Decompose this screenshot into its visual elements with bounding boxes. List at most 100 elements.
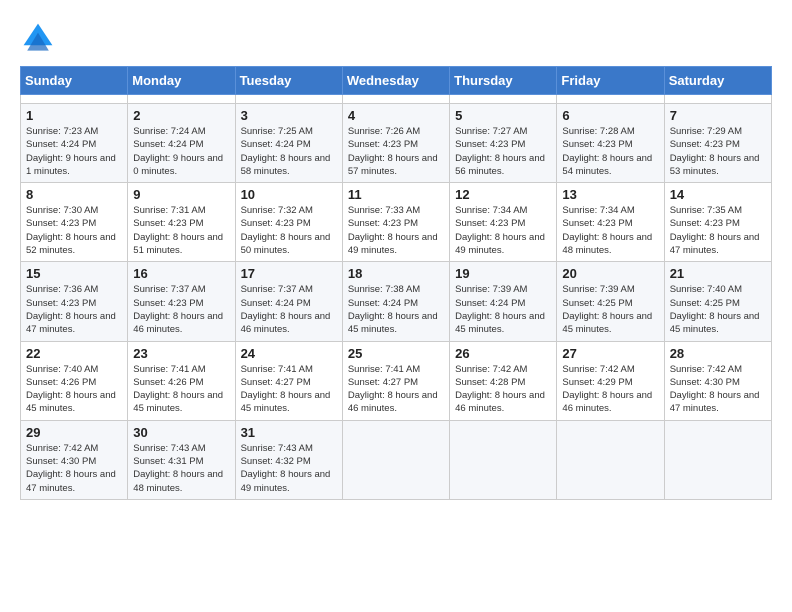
day-number: 24 [241,346,337,361]
calendar-week-row [21,95,772,104]
day-info: Sunrise: 7:42 AMSunset: 4:30 PMDaylight:… [670,363,766,416]
calendar-header-sunday: Sunday [21,67,128,95]
calendar-cell: 27 Sunrise: 7:42 AMSunset: 4:29 PMDayligh… [557,341,664,420]
calendar-header-tuesday: Tuesday [235,67,342,95]
day-info: Sunrise: 7:41 AMSunset: 4:26 PMDaylight:… [133,363,229,416]
day-number: 9 [133,187,229,202]
calendar-table: SundayMondayTuesdayWednesdayThursdayFrid… [20,66,772,500]
day-number: 22 [26,346,122,361]
calendar-cell: 29 Sunrise: 7:42 AMSunset: 4:30 PMDayligh… [21,420,128,499]
day-number: 26 [455,346,551,361]
day-info: Sunrise: 7:30 AMSunset: 4:23 PMDaylight:… [26,204,122,257]
calendar-cell [450,95,557,104]
day-number: 11 [348,187,444,202]
day-info: Sunrise: 7:41 AMSunset: 4:27 PMDaylight:… [241,363,337,416]
day-info: Sunrise: 7:32 AMSunset: 4:23 PMDaylight:… [241,204,337,257]
calendar-cell: 12Sunrise: 7:34 AMSunset: 4:23 PMDayligh… [450,183,557,262]
day-info: Sunrise: 7:24 AMSunset: 4:24 PMDaylight:… [133,125,229,178]
calendar-cell: 31 Sunrise: 7:43 AMSunset: 4:32 PMDayligh… [235,420,342,499]
calendar-cell: 21Sunrise: 7:40 AMSunset: 4:25 PMDayligh… [664,262,771,341]
day-info: Sunrise: 7:23 AMSunset: 4:24 PMDaylight:… [26,125,122,178]
calendar-header-wednesday: Wednesday [342,67,449,95]
logo [20,20,60,56]
day-number: 27 [562,346,658,361]
day-number: 3 [241,108,337,123]
calendar-cell [557,420,664,499]
page-header [20,20,772,56]
calendar-cell: 9 Sunrise: 7:31 AMSunset: 4:23 PMDaylight… [128,183,235,262]
calendar-cell: 16Sunrise: 7:37 AMSunset: 4:23 PMDayligh… [128,262,235,341]
calendar-cell [450,420,557,499]
calendar-cell: 25 Sunrise: 7:41 AMSunset: 4:27 PMDayligh… [342,341,449,420]
calendar-cell: 15Sunrise: 7:36 AMSunset: 4:23 PMDayligh… [21,262,128,341]
calendar-cell: 23Sunrise: 7:41 AMSunset: 4:26 PMDayligh… [128,341,235,420]
day-info: Sunrise: 7:42 AMSunset: 4:30 PMDaylight:… [26,442,122,495]
calendar-cell: 6 Sunrise: 7:28 AMSunset: 4:23 PMDaylight… [557,104,664,183]
day-number: 20 [562,266,658,281]
calendar-cell: 4 Sunrise: 7:26 AMSunset: 4:23 PMDaylight… [342,104,449,183]
calendar-cell: 1 Sunrise: 7:23 AMSunset: 4:24 PMDaylight… [21,104,128,183]
day-info: Sunrise: 7:39 AMSunset: 4:24 PMDaylight:… [455,283,551,336]
calendar-cell: 30Sunrise: 7:43 AMSunset: 4:31 PMDayligh… [128,420,235,499]
day-info: Sunrise: 7:39 AMSunset: 4:25 PMDaylight:… [562,283,658,336]
calendar-week-row: 29 Sunrise: 7:42 AMSunset: 4:30 PMDayligh… [21,420,772,499]
day-number: 15 [26,266,122,281]
day-info: Sunrise: 7:27 AMSunset: 4:23 PMDaylight:… [455,125,551,178]
day-number: 29 [26,425,122,440]
day-number: 18 [348,266,444,281]
day-number: 28 [670,346,766,361]
calendar-cell: 8 Sunrise: 7:30 AMSunset: 4:23 PMDaylight… [21,183,128,262]
calendar-cell [128,95,235,104]
calendar-cell: 18 Sunrise: 7:38 AMSunset: 4:24 PMDayligh… [342,262,449,341]
day-number: 1 [26,108,122,123]
day-number: 8 [26,187,122,202]
day-number: 14 [670,187,766,202]
day-number: 4 [348,108,444,123]
calendar-cell: 5Sunrise: 7:27 AMSunset: 4:23 PMDaylight… [450,104,557,183]
logo-icon [20,20,56,56]
day-number: 25 [348,346,444,361]
day-info: Sunrise: 7:25 AMSunset: 4:24 PMDaylight:… [241,125,337,178]
day-info: Sunrise: 7:35 AMSunset: 4:23 PMDaylight:… [670,204,766,257]
day-info: Sunrise: 7:33 AMSunset: 4:23 PMDaylight:… [348,204,444,257]
day-info: Sunrise: 7:40 AMSunset: 4:26 PMDaylight:… [26,363,122,416]
calendar-cell [664,95,771,104]
day-number: 19 [455,266,551,281]
day-info: Sunrise: 7:28 AMSunset: 4:23 PMDaylight:… [562,125,658,178]
day-info: Sunrise: 7:42 AMSunset: 4:29 PMDaylight:… [562,363,658,416]
day-info: Sunrise: 7:42 AMSunset: 4:28 PMDaylight:… [455,363,551,416]
calendar-week-row: 22 Sunrise: 7:40 AMSunset: 4:26 PMDayligh… [21,341,772,420]
calendar-cell: 28 Sunrise: 7:42 AMSunset: 4:30 PMDayligh… [664,341,771,420]
calendar-cell [342,420,449,499]
calendar-header-monday: Monday [128,67,235,95]
calendar-cell [342,95,449,104]
calendar-cell: 26 Sunrise: 7:42 AMSunset: 4:28 PMDayligh… [450,341,557,420]
day-info: Sunrise: 7:34 AMSunset: 4:23 PMDaylight:… [562,204,658,257]
calendar-cell [664,420,771,499]
day-number: 13 [562,187,658,202]
day-info: Sunrise: 7:26 AMSunset: 4:23 PMDaylight:… [348,125,444,178]
calendar-cell: 20 Sunrise: 7:39 AMSunset: 4:25 PMDayligh… [557,262,664,341]
calendar-header-friday: Friday [557,67,664,95]
calendar-cell: 11 Sunrise: 7:33 AMSunset: 4:23 PMDayligh… [342,183,449,262]
day-info: Sunrise: 7:31 AMSunset: 4:23 PMDaylight:… [133,204,229,257]
day-info: Sunrise: 7:38 AMSunset: 4:24 PMDaylight:… [348,283,444,336]
calendar-cell: 22 Sunrise: 7:40 AMSunset: 4:26 PMDayligh… [21,341,128,420]
day-info: Sunrise: 7:40 AMSunset: 4:25 PMDaylight:… [670,283,766,336]
calendar-cell: 13 Sunrise: 7:34 AMSunset: 4:23 PMDayligh… [557,183,664,262]
day-number: 2 [133,108,229,123]
day-number: 30 [133,425,229,440]
day-number: 16 [133,266,229,281]
calendar-cell: 14 Sunrise: 7:35 AMSunset: 4:23 PMDayligh… [664,183,771,262]
calendar-cell: 24 Sunrise: 7:41 AMSunset: 4:27 PMDayligh… [235,341,342,420]
calendar-cell [557,95,664,104]
day-number: 31 [241,425,337,440]
calendar-week-row: 15Sunrise: 7:36 AMSunset: 4:23 PMDayligh… [21,262,772,341]
calendar-cell: 7Sunrise: 7:29 AMSunset: 4:23 PMDaylight… [664,104,771,183]
day-info: Sunrise: 7:41 AMSunset: 4:27 PMDaylight:… [348,363,444,416]
calendar-cell [21,95,128,104]
calendar-header-thursday: Thursday [450,67,557,95]
day-number: 6 [562,108,658,123]
calendar-cell: 10Sunrise: 7:32 AMSunset: 4:23 PMDayligh… [235,183,342,262]
day-info: Sunrise: 7:43 AMSunset: 4:32 PMDaylight:… [241,442,337,495]
